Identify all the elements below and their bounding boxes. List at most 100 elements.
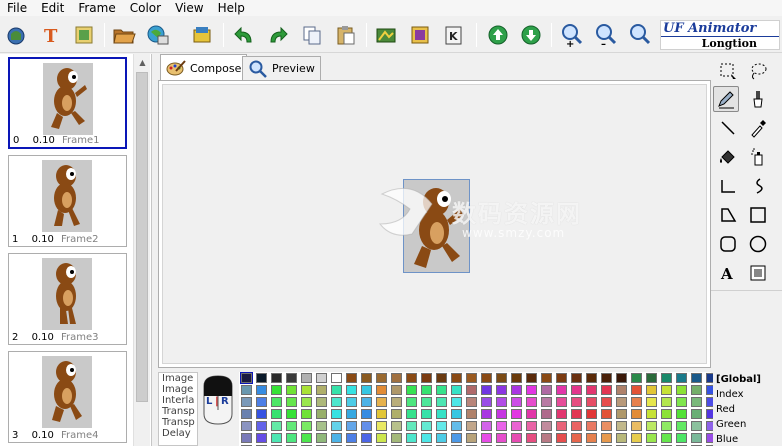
palette-swatch[interactable]	[331, 433, 342, 443]
frame-item[interactable]: 3 0.10 Frame4	[8, 351, 127, 443]
palette-swatch[interactable]	[451, 373, 462, 383]
menu-view[interactable]: View	[168, 0, 210, 16]
palette-swatch[interactable]	[616, 433, 627, 443]
palette-swatch[interactable]	[301, 433, 312, 443]
palette-swatch[interactable]	[526, 373, 537, 383]
palette-swatch[interactable]	[391, 433, 402, 443]
palette-swatch[interactable]	[556, 409, 567, 419]
palette-swatch[interactable]	[466, 433, 477, 443]
palette-swatch[interactable]	[631, 397, 642, 407]
palette-swatch[interactable]	[286, 433, 297, 443]
save-globe-icon[interactable]	[144, 21, 172, 49]
palette-swatch[interactable]	[286, 421, 297, 431]
palette-swatch[interactable]	[541, 433, 552, 443]
palette-swatch[interactable]	[466, 397, 477, 407]
palette-swatch[interactable]	[691, 409, 702, 419]
palette-swatch[interactable]	[406, 409, 417, 419]
palette-swatch[interactable]	[376, 433, 387, 443]
palette-swatch[interactable]	[646, 385, 657, 395]
move-frame-up-icon[interactable]	[484, 21, 512, 49]
palette-swatch[interactable]	[586, 433, 597, 443]
pencil-icon[interactable]	[713, 86, 739, 112]
palette-swatch[interactable]	[361, 385, 372, 395]
palette-swatch[interactable]	[481, 433, 492, 443]
palette-swatch[interactable]	[421, 409, 432, 419]
copy-icon[interactable]	[298, 21, 326, 49]
palette-swatch[interactable]	[391, 421, 402, 431]
palette-swatch[interactable]	[466, 409, 477, 419]
frame-item[interactable]: 1 0.10 Frame2	[8, 155, 127, 247]
palette-swatch[interactable]	[511, 409, 522, 419]
palette-swatch[interactable]	[511, 433, 522, 443]
frame-list-scrollbar[interactable]: ▲	[133, 54, 150, 446]
palette-swatch[interactable]	[571, 433, 582, 443]
palette-swatch[interactable]	[316, 397, 327, 407]
palette-swatch[interactable]	[301, 421, 312, 431]
palette-swatch[interactable]	[271, 433, 282, 443]
palette-swatch[interactable]	[586, 421, 597, 431]
brush-icon[interactable]	[745, 86, 771, 112]
palette-swatch[interactable]	[271, 409, 282, 419]
palette-swatch[interactable]	[436, 409, 447, 419]
palette-swatch[interactable]	[421, 433, 432, 443]
palette-swatch[interactable]	[526, 421, 537, 431]
palette-swatch[interactable]	[661, 421, 672, 431]
palette-swatch[interactable]	[436, 397, 447, 407]
palette-swatch[interactable]	[316, 373, 327, 383]
palette-swatch[interactable]	[316, 409, 327, 419]
palette-swatch[interactable]	[661, 385, 672, 395]
palette-swatch[interactable]	[346, 385, 357, 395]
palette-swatch[interactable]	[421, 397, 432, 407]
rounded-rect-tool-icon[interactable]	[715, 231, 741, 257]
palette-swatch[interactable]	[376, 421, 387, 431]
image-properties-icon[interactable]	[406, 21, 434, 49]
palette-swatch[interactable]	[601, 397, 612, 407]
palette-swatch[interactable]	[691, 397, 702, 407]
palette-swatch[interactable]	[241, 421, 252, 431]
palette-swatch[interactable]	[376, 397, 387, 407]
palette-swatch[interactable]	[601, 385, 612, 395]
palette-swatch[interactable]	[451, 397, 462, 407]
palette-swatch[interactable]	[511, 373, 522, 383]
move-frame-down-icon[interactable]	[517, 21, 545, 49]
palette-swatch[interactable]	[691, 433, 702, 443]
palette-swatch[interactable]	[631, 421, 642, 431]
palette-swatch[interactable]	[301, 385, 312, 395]
palette-swatch[interactable]	[616, 421, 627, 431]
palette-swatch[interactable]	[496, 421, 507, 431]
palette-swatch[interactable]	[556, 397, 567, 407]
palette-swatch[interactable]	[286, 373, 297, 383]
palette-swatch[interactable]	[631, 433, 642, 443]
curve-tool-icon[interactable]	[745, 173, 771, 199]
palette-swatch[interactable]	[541, 385, 552, 395]
palette-swatch[interactable]	[511, 421, 522, 431]
rect-select-icon[interactable]	[715, 58, 741, 84]
palette-swatch[interactable]	[496, 433, 507, 443]
palette-swatch[interactable]	[661, 433, 672, 443]
new-animation-icon[interactable]	[2, 21, 30, 49]
open-folder-icon[interactable]	[110, 21, 138, 49]
palette-swatch[interactable]	[646, 421, 657, 431]
palette-swatch[interactable]	[691, 421, 702, 431]
palette-swatch[interactable]	[556, 421, 567, 431]
palette-swatch[interactable]	[436, 385, 447, 395]
palette-swatch[interactable]	[271, 397, 282, 407]
palette-swatch[interactable]	[541, 373, 552, 383]
palette-swatch[interactable]	[406, 397, 417, 407]
palette-swatch[interactable]	[346, 433, 357, 443]
palette-swatch[interactable]	[646, 433, 657, 443]
frame-item[interactable]: 2 0.10 Frame3	[8, 253, 127, 345]
palette-swatch[interactable]	[571, 421, 582, 431]
palette-swatch[interactable]	[436, 373, 447, 383]
palette-swatch[interactable]	[391, 385, 402, 395]
palette-swatch[interactable]	[586, 373, 597, 383]
zoom-out-icon[interactable]: –	[592, 21, 620, 49]
palette-swatch[interactable]	[481, 385, 492, 395]
palette-swatch[interactable]	[406, 421, 417, 431]
palette-swatch[interactable]	[406, 433, 417, 443]
palette-swatch[interactable]	[331, 373, 342, 383]
palette-swatch[interactable]	[256, 397, 267, 407]
palette-swatch[interactable]	[616, 409, 627, 419]
palette-swatch[interactable]	[526, 433, 537, 443]
palette-swatch[interactable]	[616, 397, 627, 407]
